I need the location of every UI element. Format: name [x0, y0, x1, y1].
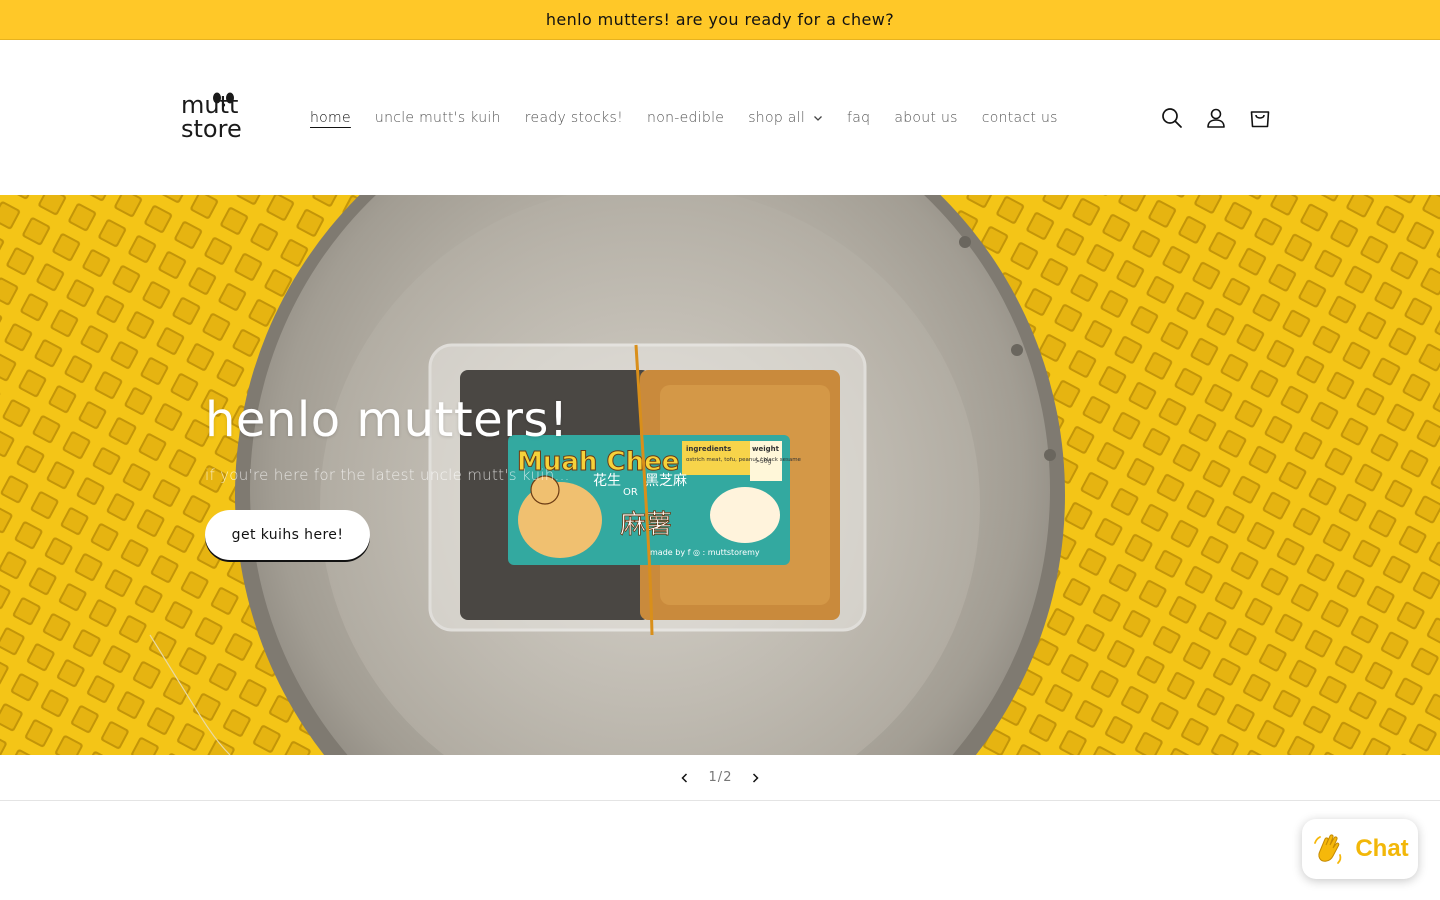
- site-header: mutt store home uncle mutt's kuih ready …: [0, 40, 1440, 195]
- hero-subtitle: if you're here for the latest uncle mutt…: [205, 466, 570, 484]
- chevron-left-icon: [680, 772, 687, 783]
- slide-separator: /: [717, 770, 723, 785]
- hero-title: henlo mutters!: [205, 392, 569, 448]
- chat-label: Chat: [1355, 835, 1409, 862]
- svg-text:黑芝麻: 黑芝麻: [645, 473, 687, 489]
- get-kuihs-button[interactable]: get kuihs here!: [205, 510, 370, 560]
- slide-current: 1: [708, 770, 717, 785]
- svg-text:ostrich meat, tofu, peanut / b: ostrich meat, tofu, peanut / black sesam…: [686, 457, 802, 463]
- next-slide-button[interactable]: [733, 756, 777, 800]
- main-nav: home uncle mutt's kuih ready stocks! non…: [298, 104, 1070, 132]
- package-label: Muah Chee ingredients ostrich meat, tofu…: [508, 435, 802, 565]
- nav-uncle-mutts-kuih[interactable]: uncle mutt's kuih: [363, 104, 513, 132]
- previous-slide-button[interactable]: [663, 756, 707, 800]
- slide-total: 2: [723, 770, 732, 785]
- nav-faq[interactable]: faq: [835, 104, 882, 132]
- store-logo[interactable]: mutt store: [180, 90, 262, 143]
- svg-text:made by f ◎ : muttstoremy: made by f ◎ : muttstoremy: [650, 548, 760, 557]
- announcement-bar: henlo mutters! are you ready for a chew?: [0, 0, 1440, 40]
- svg-text:花生: 花生: [593, 473, 621, 489]
- nav-contact-us[interactable]: contact us: [970, 104, 1070, 132]
- nav-home[interactable]: home: [298, 104, 363, 132]
- svg-text:>50g: >50g: [755, 458, 772, 465]
- svg-text:OR: OR: [623, 487, 638, 498]
- chevron-down-icon: [814, 116, 822, 121]
- cart-button[interactable]: [1238, 96, 1282, 140]
- waving-hand-icon: [1314, 834, 1342, 864]
- header-icons: [1150, 96, 1282, 140]
- hero-slideshow: Muah Chee ingredients ostrich meat, tofu…: [0, 195, 1440, 755]
- slideshow-controls: 1 / 2: [0, 755, 1440, 801]
- account-button[interactable]: [1194, 96, 1238, 140]
- cart-icon: [1250, 111, 1270, 128]
- nav-shop-all[interactable]: shop all: [736, 104, 835, 132]
- nav-non-edible[interactable]: non-edible: [635, 104, 736, 132]
- slide-counter: 1 / 2: [709, 770, 732, 785]
- announcement-text: henlo mutters! are you ready for a chew?: [545, 10, 895, 29]
- svg-text:ingredients: ingredients: [686, 445, 731, 453]
- account-icon: [1207, 108, 1225, 128]
- svg-text:store: store: [181, 115, 242, 142]
- svg-text:weight: weight: [752, 445, 780, 453]
- chevron-right-icon: [753, 772, 760, 783]
- nav-ready-stocks[interactable]: ready stocks!: [513, 104, 635, 132]
- mutt-store-logo-icon: mutt store: [181, 91, 242, 143]
- nav-about-us[interactable]: about us: [882, 104, 969, 132]
- search-button[interactable]: [1150, 96, 1194, 140]
- chat-widget-button[interactable]: Chat: [1302, 819, 1418, 879]
- search-icon: [1162, 108, 1182, 128]
